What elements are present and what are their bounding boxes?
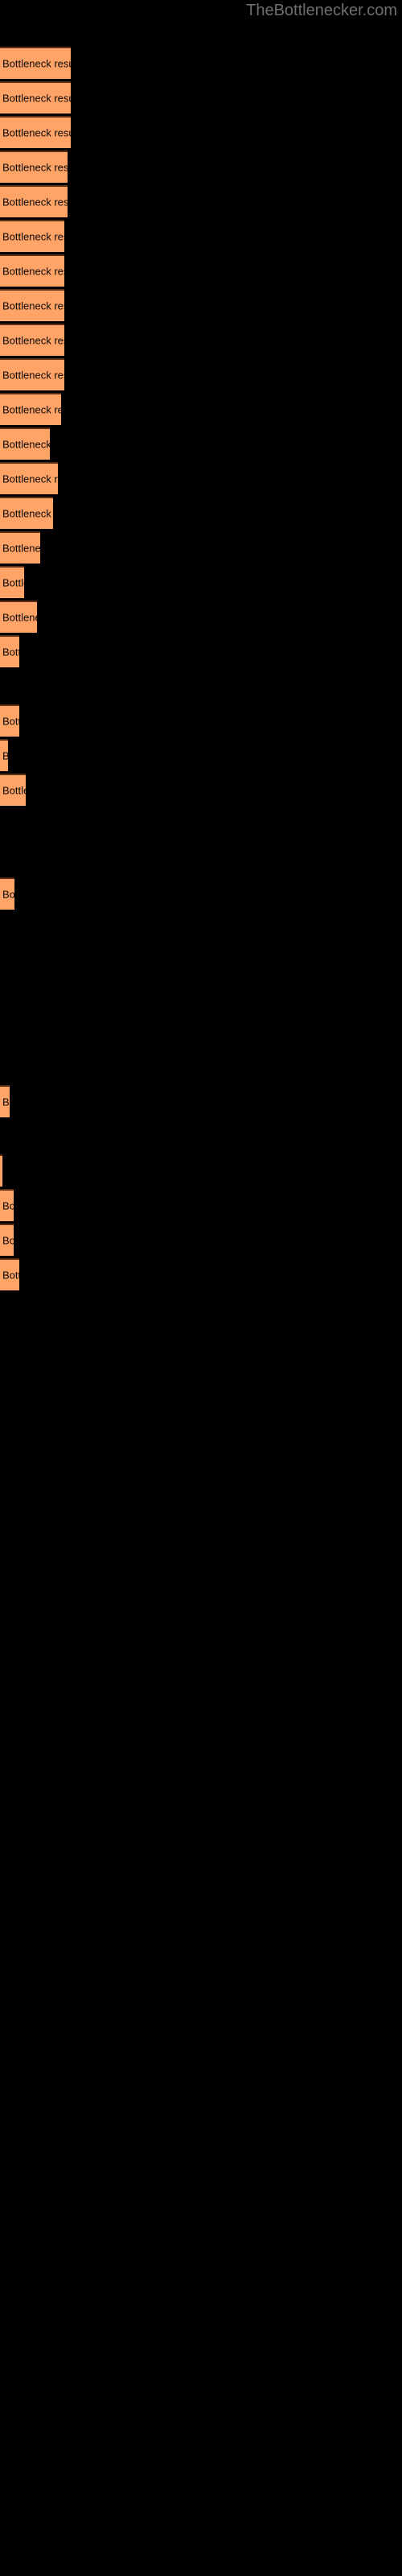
bar-row[interactable]: Bottleneck result [0,289,402,321]
bar-row[interactable]: Bottleneck result [0,1189,402,1221]
bar-rect[interactable]: Bottleneck result [0,254,64,287]
bar-label: Bottleneck result [2,196,68,208]
bar-rect[interactable]: Bottleneck result [0,358,64,390]
bar-rect[interactable]: Bottleneck result [0,1224,14,1256]
bar-label: Bottleneck result [2,473,58,485]
bar-label: Bottleneck result [2,611,37,624]
bar-label: Bottleneck result [2,1199,14,1212]
bar-label: Bottleneck result [2,888,14,901]
bar-rect[interactable]: Bottleneck result [0,151,68,183]
bar-rect[interactable]: Bottleneck result [0,47,71,79]
bar-row[interactable]: Bottleneck result [0,151,402,183]
bar-row[interactable]: Bottleneck result [0,462,402,494]
bar-row[interactable]: Bottleneck result [0,220,402,252]
bar-row[interactable]: Bottleneck result [0,1258,402,1290]
bar-row[interactable]: Bottleneck result [0,1154,402,1187]
bar-label: Bottleneck result [2,715,19,728]
bar-rect[interactable]: Bottleneck result [0,1189,14,1221]
bar-label: Bottleneck result [2,1269,19,1282]
bar-row[interactable]: Bottleneck result [0,1224,402,1256]
bar-row[interactable]: Bottleneck result [0,739,402,771]
bar-label: Bottleneck result [2,403,61,416]
bar-row[interactable]: Bottleneck result [0,185,402,217]
bar-label: Bottleneck result [2,57,71,70]
bar-label: Bottleneck result [2,646,19,658]
bar-row[interactable]: Bottleneck result [0,566,402,598]
bar-rect[interactable]: Bottleneck result [0,774,26,806]
bar-rect[interactable]: Bottleneck result [0,531,40,564]
bar-rect[interactable]: Bottleneck result [0,1154,2,1187]
bar-rect[interactable]: Bottleneck result [0,497,53,529]
bar-row[interactable]: Bottleneck result [0,393,402,425]
bar-label: Bottleneck result [2,542,40,555]
bar-rect[interactable]: Bottleneck result [0,877,14,910]
bar-rect[interactable]: Bottleneck result [0,220,64,252]
bar-series: Bottleneck result Bottleneck result Bottle… [0,0,402,2576]
bar-row[interactable]: Bottleneck result [0,497,402,529]
bar-rect[interactable]: Bottleneck result [0,1085,10,1117]
bar-rect[interactable]: Bottleneck result [0,324,64,356]
bar-rect[interactable]: Bottleneck result [0,81,71,114]
bar-row[interactable]: Bottleneck result [0,601,402,633]
bar-label: Bottleneck result [2,265,64,278]
bar-label: Bottleneck result [2,161,68,174]
bar-label: Bottleneck result [2,438,50,451]
bar-row[interactable]: Bottleneck result [0,635,402,667]
bar-row[interactable]: Bottleneck result [0,81,402,114]
bar-row[interactable]: Bottleneck result [0,47,402,79]
bottleneck-chart: TheBottlenecker.com Bottleneck resultBot… [0,0,402,2576]
bar-row[interactable]: Bottleneck result [0,877,402,910]
bar-rect[interactable]: Bottleneck result [0,635,19,667]
bar-row[interactable]: Bottleneck result [0,358,402,390]
bar-label: Bottleneck result [2,576,24,589]
bar-row[interactable]: Bottleneck result [0,324,402,356]
bar-label: Bottleneck result [2,784,26,797]
bar-rect[interactable]: Bottleneck result [0,116,71,148]
bar-row[interactable]: Bottleneck result [0,116,402,148]
bar-rect[interactable]: Bottleneck result [0,393,61,425]
bar-label: Bottleneck result [2,126,71,139]
bar-label: Bottleneck result [2,1096,10,1108]
bar-rect[interactable]: Bottleneck result [0,704,19,737]
bar-label: Bottleneck result [2,750,8,762]
bar-rect[interactable]: Bottleneck result [0,1258,19,1290]
bar-label: Bottleneck result [2,230,64,243]
bar-row[interactable]: Bottleneck result [0,531,402,564]
bar-row[interactable]: Bottleneck result [0,1085,402,1117]
bar-rect[interactable]: Bottleneck result [0,739,8,771]
bar-rect[interactable]: Bottleneck result [0,427,50,460]
bar-label: Bottleneck result [2,507,53,520]
bar-label: Bottleneck result [2,369,64,382]
bar-label: Bottleneck result [2,334,64,347]
bar-row[interactable]: Bottleneck result [0,254,402,287]
bar-label: Bottleneck result [2,1234,14,1247]
bar-row[interactable]: Bottleneck result [0,704,402,737]
bar-rect[interactable]: Bottleneck result [0,185,68,217]
bar-row[interactable]: Bottleneck result [0,427,402,460]
bar-rect[interactable]: Bottleneck result [0,601,37,633]
bar-row[interactable]: Bottleneck result [0,774,402,806]
bar-rect[interactable]: Bottleneck result [0,462,58,494]
bar-rect[interactable]: Bottleneck result [0,566,24,598]
bar-label: Bottleneck result [2,299,64,312]
bar-label: Bottleneck result [2,92,71,105]
bar-rect[interactable]: Bottleneck result [0,289,64,321]
